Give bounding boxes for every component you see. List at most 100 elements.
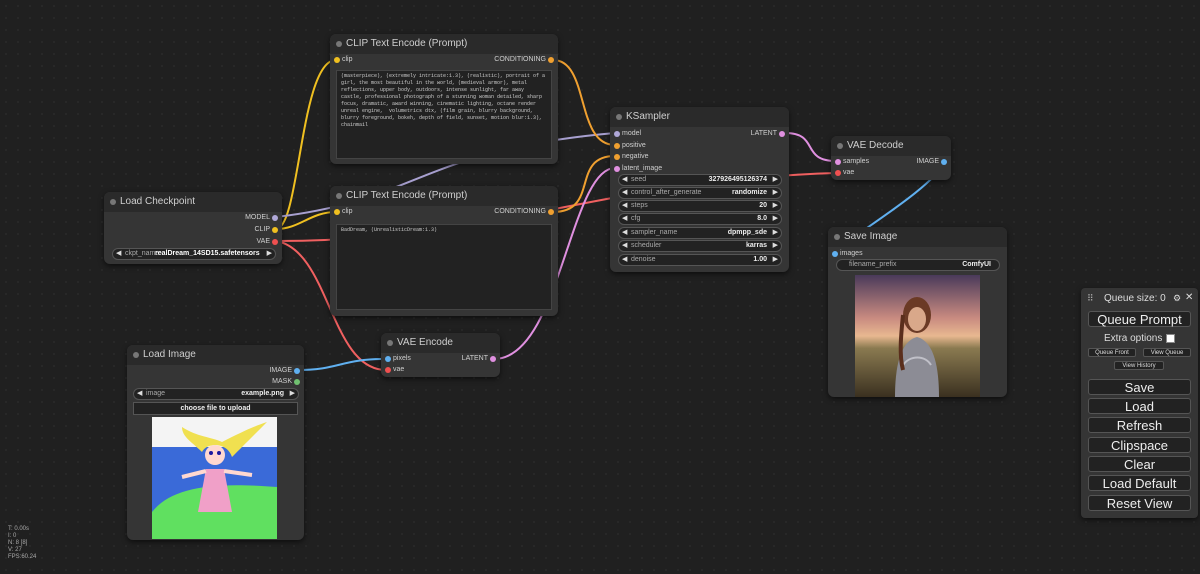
image-combo[interactable]: ◀ image example.png ▶ (133, 388, 299, 400)
extra-options-label: Extra options (1104, 333, 1163, 344)
model-output-pin[interactable] (272, 215, 278, 221)
prompt-textarea[interactable]: (masterpiece), (extremely intricate:1.3)… (336, 70, 552, 159)
queue-prompt-button[interactable]: Queue Prompt (1088, 311, 1191, 327)
images-input-label: images (840, 250, 863, 257)
positive-input-pin[interactable] (614, 143, 620, 149)
node-title: Load Checkpoint (120, 196, 196, 207)
chevron-left-icon[interactable]: ◀ (116, 249, 121, 259)
stat-time: T: 0.00s (8, 526, 30, 532)
vae-output-pin[interactable] (272, 239, 278, 245)
view-history-button[interactable]: View History (1114, 361, 1164, 370)
clip-input-pin[interactable] (334, 57, 340, 63)
latent-output-pin[interactable] (779, 131, 785, 137)
input-image-preview (152, 417, 277, 539)
chevron-left-icon[interactable]: ◀ (622, 175, 627, 185)
chevron-left-icon[interactable]: ◀ (622, 214, 627, 224)
clip-output-pin[interactable] (272, 227, 278, 233)
clip-text-encode-negative-node[interactable]: CLIP Text Encode (Prompt) clip CONDITION… (330, 186, 558, 316)
model-input-pin[interactable] (614, 131, 620, 137)
ckpt-name-combo[interactable]: ◀ ckpt_name realDream_14SD15.safetensors… (112, 248, 276, 260)
sampler-name-widget[interactable]: ◀ sampler_name dpmpp_sde ▶ (618, 227, 782, 239)
ckpt-value: realDream_14SD15.safetensors (155, 250, 260, 257)
clipspace-button[interactable]: Clipspace (1088, 437, 1191, 453)
node-title-bar[interactable]: CLIP Text Encode (Prompt) (330, 186, 558, 206)
queue-front-button[interactable]: Queue Front (1088, 348, 1136, 357)
node-title-bar[interactable]: Save Image (828, 227, 1007, 247)
latent-output-pin[interactable] (490, 356, 496, 362)
load-button[interactable]: Load (1088, 398, 1191, 414)
chevron-right-icon[interactable]: ▶ (773, 241, 778, 251)
pixels-input-pin[interactable] (385, 356, 391, 362)
conditioning-output-label: CONDITIONING (494, 56, 546, 63)
view-queue-button[interactable]: View Queue (1143, 348, 1191, 357)
node-title: VAE Encode (397, 337, 453, 348)
mask-output-pin[interactable] (294, 379, 300, 385)
node-title-bar[interactable]: VAE Encode (381, 333, 500, 353)
conditioning-output-pin[interactable] (548, 209, 554, 215)
conditioning-output-pin[interactable] (548, 57, 554, 63)
chevron-right-icon[interactable]: ▶ (773, 201, 778, 211)
clip-input-pin[interactable] (334, 209, 340, 215)
cfg-widget[interactable]: ◀ cfg 8.0 ▶ (618, 213, 782, 225)
node-title-bar[interactable]: KSampler (610, 107, 789, 127)
node-title-bar[interactable]: Load Image (127, 345, 304, 365)
save-button[interactable]: Save (1088, 379, 1191, 395)
control-after-generate-widget[interactable]: ◀ control_after_generate randomize ▶ (618, 187, 782, 199)
chevron-right-icon[interactable]: ▶ (773, 188, 778, 198)
gear-icon[interactable]: ⚙ (1173, 293, 1181, 304)
seed-widget[interactable]: ◀ seed 327926495126374 ▶ (618, 174, 782, 186)
chevron-right-icon[interactable]: ▶ (773, 228, 778, 238)
clip-output-label: CLIP (254, 226, 270, 233)
image-output-pin[interactable] (294, 368, 300, 374)
images-input-pin[interactable] (832, 251, 838, 257)
steps-widget[interactable]: ◀ steps 20 ▶ (618, 200, 782, 212)
chevron-left-icon[interactable]: ◀ (137, 389, 142, 399)
clip-input-label: clip (342, 56, 353, 63)
samples-input-pin[interactable] (835, 159, 841, 165)
denoise-widget[interactable]: ◀ denoise 1.00 ▶ (618, 254, 782, 266)
queue-panel[interactable]: ⠿ Queue size: 0 ⚙ ✕ Queue Prompt Extra o… (1081, 288, 1198, 518)
negative-input-pin[interactable] (614, 154, 620, 160)
drag-handle-icon[interactable]: ⠿ (1087, 293, 1094, 304)
vae-encode-node[interactable]: VAE Encode pixels LATENT vae (381, 333, 500, 377)
load-default-button[interactable]: Load Default (1088, 475, 1191, 491)
link-cond-positive (552, 59, 616, 146)
widget-label: denoise (631, 256, 656, 263)
load-image-node[interactable]: Load Image IMAGE MASK ◀ image example.pn… (127, 345, 304, 540)
latent-input-label: latent_image (622, 165, 663, 172)
vae-input-pin[interactable] (835, 170, 841, 176)
chevron-right-icon[interactable]: ▶ (267, 249, 272, 259)
chevron-left-icon[interactable]: ◀ (622, 255, 627, 265)
refresh-button[interactable]: Refresh (1088, 417, 1191, 433)
node-title: Save Image (844, 231, 898, 242)
positive-input-label: positive (622, 142, 646, 149)
latent-input-pin[interactable] (614, 166, 620, 172)
clear-button[interactable]: Clear (1088, 456, 1191, 472)
ksampler-node[interactable]: KSampler model LATENT positive negative … (610, 107, 789, 272)
negative-input-label: negative (622, 153, 649, 160)
reset-view-button[interactable]: Reset View (1088, 495, 1191, 511)
chevron-left-icon[interactable]: ◀ (622, 188, 627, 198)
vae-decode-node[interactable]: VAE Decode samples IMAGE vae (831, 136, 951, 180)
negative-prompt-textarea[interactable]: BadDream, (UnrealisticDream:1.3) (336, 224, 552, 310)
chevron-right-icon[interactable]: ▶ (290, 389, 295, 399)
save-image-node[interactable]: Save Image images filename_prefix ComfyU… (828, 227, 1007, 397)
chevron-left-icon[interactable]: ◀ (622, 201, 627, 211)
node-title-bar[interactable]: CLIP Text Encode (Prompt) (330, 34, 558, 54)
chevron-left-icon[interactable]: ◀ (622, 228, 627, 238)
chevron-right-icon[interactable]: ▶ (773, 255, 778, 265)
scheduler-widget[interactable]: ◀ scheduler karras ▶ (618, 240, 782, 252)
close-icon[interactable]: ✕ (1185, 292, 1193, 303)
load-checkpoint-node[interactable]: Load Checkpoint MODEL CLIP VAE ◀ ckpt_na… (104, 192, 282, 264)
node-title-bar[interactable]: VAE Decode (831, 136, 951, 156)
extra-options-checkbox[interactable] (1166, 334, 1175, 343)
choose-file-button[interactable]: choose file to upload (133, 402, 298, 415)
vae-input-pin[interactable] (385, 367, 391, 373)
image-output-pin[interactable] (941, 159, 947, 165)
clip-text-encode-positive-node[interactable]: CLIP Text Encode (Prompt) clip CONDITION… (330, 34, 558, 164)
chevron-left-icon[interactable]: ◀ (622, 241, 627, 251)
chevron-right-icon[interactable]: ▶ (773, 175, 778, 185)
chevron-right-icon[interactable]: ▶ (773, 214, 778, 224)
filename-prefix-widget[interactable]: filename_prefix ComfyUI (836, 259, 1000, 271)
node-title-bar[interactable]: Load Checkpoint (104, 192, 282, 212)
